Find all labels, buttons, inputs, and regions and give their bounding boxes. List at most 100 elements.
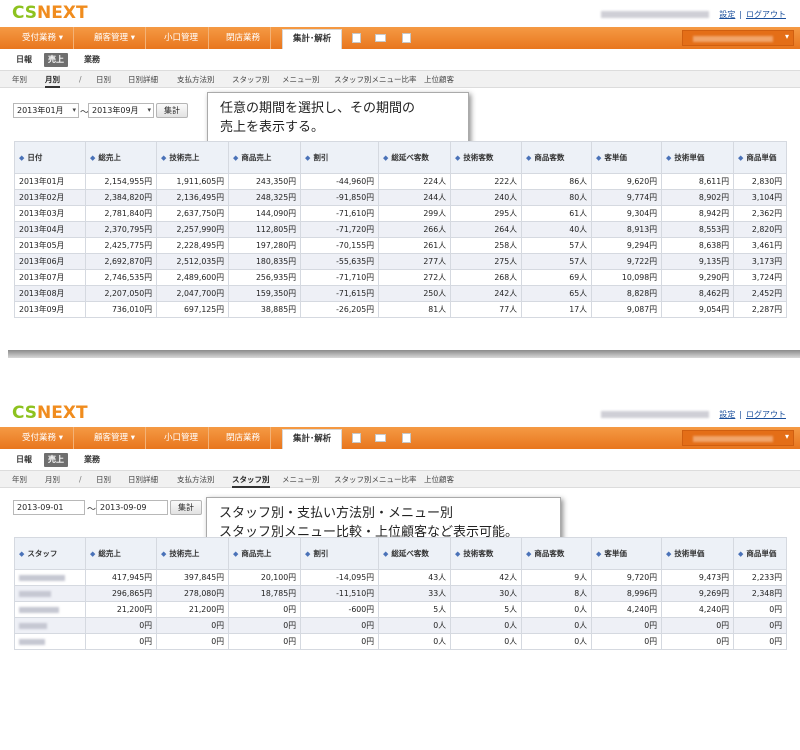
tab-payment-method[interactable]: 支払方法別 <box>177 71 215 88</box>
aggregate-button[interactable]: 集計 <box>170 500 202 515</box>
tab-staff[interactable]: スタッフ別 <box>232 471 270 488</box>
column-header[interactable]: ◆ スタッフ <box>14 537 86 570</box>
column-header[interactable]: ◆ 技術客数 <box>450 141 522 174</box>
tab-monthly[interactable]: 月別 <box>45 71 60 88</box>
column-header[interactable]: ◆ 総売上 <box>85 141 157 174</box>
column-header[interactable]: ◆ 割引 <box>300 141 379 174</box>
column-header[interactable]: ◆ 総延べ客数 <box>378 537 451 570</box>
notepad-icon[interactable] <box>402 433 411 443</box>
subnav-sales[interactable]: 売上 <box>44 53 68 67</box>
table-cell: 0円 <box>228 633 301 650</box>
csnext-logo[interactable]: CSNEXT <box>12 403 88 423</box>
table-cell: 2,207,050円 <box>85 285 157 302</box>
nav-customers[interactable]: 顧客管理 ▾ <box>84 27 146 49</box>
table-cell: 264人 <box>450 221 522 238</box>
column-header[interactable]: ◆ 割引 <box>300 537 379 570</box>
tab-monthly[interactable]: 月別 <box>45 471 60 488</box>
column-header[interactable]: ◆ 技術売上 <box>156 141 229 174</box>
column-header[interactable]: ◆ 技術単価 <box>661 141 734 174</box>
tab-top-customers[interactable]: 上位顧客 <box>424 71 454 88</box>
tab-yearly[interactable]: 年別 <box>12 71 27 88</box>
nav-closing[interactable]: 閉店業務 <box>216 427 272 449</box>
table-cell: -26,205円 <box>300 301 379 318</box>
column-header[interactable]: ◆ 商品単価 <box>733 537 787 570</box>
tab-staff-menu-ratio[interactable]: スタッフ別メニュー比率 <box>334 471 417 488</box>
table-row: 2013年09月 736,010円 697,125円 38,885円 -26,205円 8… <box>14 301 787 318</box>
column-header[interactable]: ◆ 商品売上 <box>228 141 301 174</box>
column-header[interactable]: ◆ 商品客数 <box>521 537 592 570</box>
subnav-operations[interactable]: 業務 <box>80 453 104 467</box>
column-header[interactable]: ◆ 客単価 <box>591 537 662 570</box>
tab-top-customers[interactable]: 上位顧客 <box>424 471 454 488</box>
table-cell: -70,155円 <box>300 237 379 254</box>
tab-yearly[interactable]: 年別 <box>12 471 27 488</box>
column-header[interactable]: ◆ 商品単価 <box>733 141 787 174</box>
column-header[interactable]: ◆ 客単価 <box>591 141 662 174</box>
nav-reception[interactable]: 受付業務 ▾ <box>12 427 74 449</box>
table-cell: 18,785円 <box>228 585 301 602</box>
tab-daily-detail[interactable]: 日別詳細 <box>128 471 158 488</box>
sort-icon: ◆ <box>383 550 389 558</box>
table-cell: 144,090円 <box>228 205 301 222</box>
table-cell: 0円 <box>591 617 662 634</box>
column-header[interactable]: ◆ 総売上 <box>85 537 157 570</box>
table-cell: 77人 <box>450 301 522 318</box>
subnav-operations[interactable]: 業務 <box>80 53 104 67</box>
tab-daily[interactable]: 日別 <box>96 471 111 488</box>
column-header[interactable]: ◆ 日付 <box>14 141 86 174</box>
document-icon[interactable] <box>352 433 361 443</box>
table-cell: 0円 <box>228 617 301 634</box>
subnav-sales[interactable]: 売上 <box>44 453 68 467</box>
to-date-input[interactable]: 2013-09-09 <box>96 500 168 515</box>
shop-selector[interactable]: ▾ <box>682 430 794 446</box>
settings-link[interactable]: 設定 <box>719 409 735 420</box>
column-header[interactable]: ◆ 技術単価 <box>661 537 734 570</box>
tab-daily[interactable]: 日別 <box>96 71 111 88</box>
to-month-select[interactable]: 2013年09月 ▾ <box>88 103 154 118</box>
dropdown-arrow-icon: ▾ <box>72 106 76 114</box>
column-header[interactable]: ◆ 総延べ客数 <box>378 141 451 174</box>
logout-link[interactable]: ログアウト <box>746 409 786 420</box>
column-header[interactable]: ◆ 商品売上 <box>228 537 301 570</box>
tab-menu[interactable]: メニュー別 <box>282 71 320 88</box>
logout-link[interactable]: ログアウト <box>746 9 786 20</box>
settings-link[interactable]: 設定 <box>719 9 735 20</box>
mail-icon[interactable] <box>375 434 386 442</box>
tab-staff-menu-ratio[interactable]: スタッフ別メニュー比率 <box>334 71 417 88</box>
tab-staff[interactable]: スタッフ別 <box>232 71 270 88</box>
table-row: 2013年04月 2,370,795円 2,257,990円 112,805円 -71,… <box>14 221 787 238</box>
notepad-icon[interactable] <box>402 33 411 43</box>
column-header[interactable]: ◆ 商品客数 <box>521 141 592 174</box>
nav-reception[interactable]: 受付業務 ▾ <box>12 27 74 49</box>
subnav-daily-report[interactable]: 日報 <box>12 53 36 67</box>
from-month-select[interactable]: 2013年01月 ▾ <box>13 103 79 118</box>
nav-closing[interactable]: 閉店業務 <box>216 27 272 49</box>
table-cell: 86人 <box>521 173 592 190</box>
table-cell: 5人 <box>450 601 522 618</box>
aggregate-button[interactable]: 集計 <box>156 103 188 118</box>
csnext-logo[interactable]: CSNEXT <box>12 3 88 23</box>
table-cell: -71,710円 <box>300 269 379 286</box>
table-row: 0円 0円 0円 0円 0人 0人 0人 0円 0円 0円 <box>14 617 787 634</box>
tab-payment-method[interactable]: 支払方法別 <box>177 471 215 488</box>
nav-petty-cash[interactable]: 小口管理 <box>154 427 210 449</box>
table-cell: 0円 <box>733 601 787 618</box>
column-header[interactable]: ◆ 技術売上 <box>156 537 229 570</box>
from-date-input[interactable]: 2013-09-01 <box>13 500 85 515</box>
nav-customers[interactable]: 顧客管理 ▾ <box>84 427 146 449</box>
table-cell: 9,720円 <box>591 569 662 586</box>
sort-icon: ◆ <box>305 550 311 558</box>
table-row: 2013年05月 2,425,775円 2,228,495円 197,280円 -70,… <box>14 237 787 254</box>
nav-petty-cash[interactable]: 小口管理 <box>154 27 210 49</box>
nav-analytics[interactable]: 集計･解析 <box>282 29 343 49</box>
tab-daily-detail[interactable]: 日別詳細 <box>128 71 158 88</box>
document-icon[interactable] <box>352 33 361 43</box>
tab-menu[interactable]: メニュー別 <box>282 471 320 488</box>
column-header[interactable]: ◆ 技術客数 <box>450 537 522 570</box>
nav-analytics[interactable]: 集計･解析 <box>282 429 343 449</box>
sub-nav: 日報 売上 業務 <box>0 449 800 470</box>
subnav-daily-report[interactable]: 日報 <box>12 453 36 467</box>
table-cell: 8,942円 <box>661 205 734 222</box>
shop-selector[interactable]: ▾ <box>682 30 794 46</box>
mail-icon[interactable] <box>375 34 386 42</box>
